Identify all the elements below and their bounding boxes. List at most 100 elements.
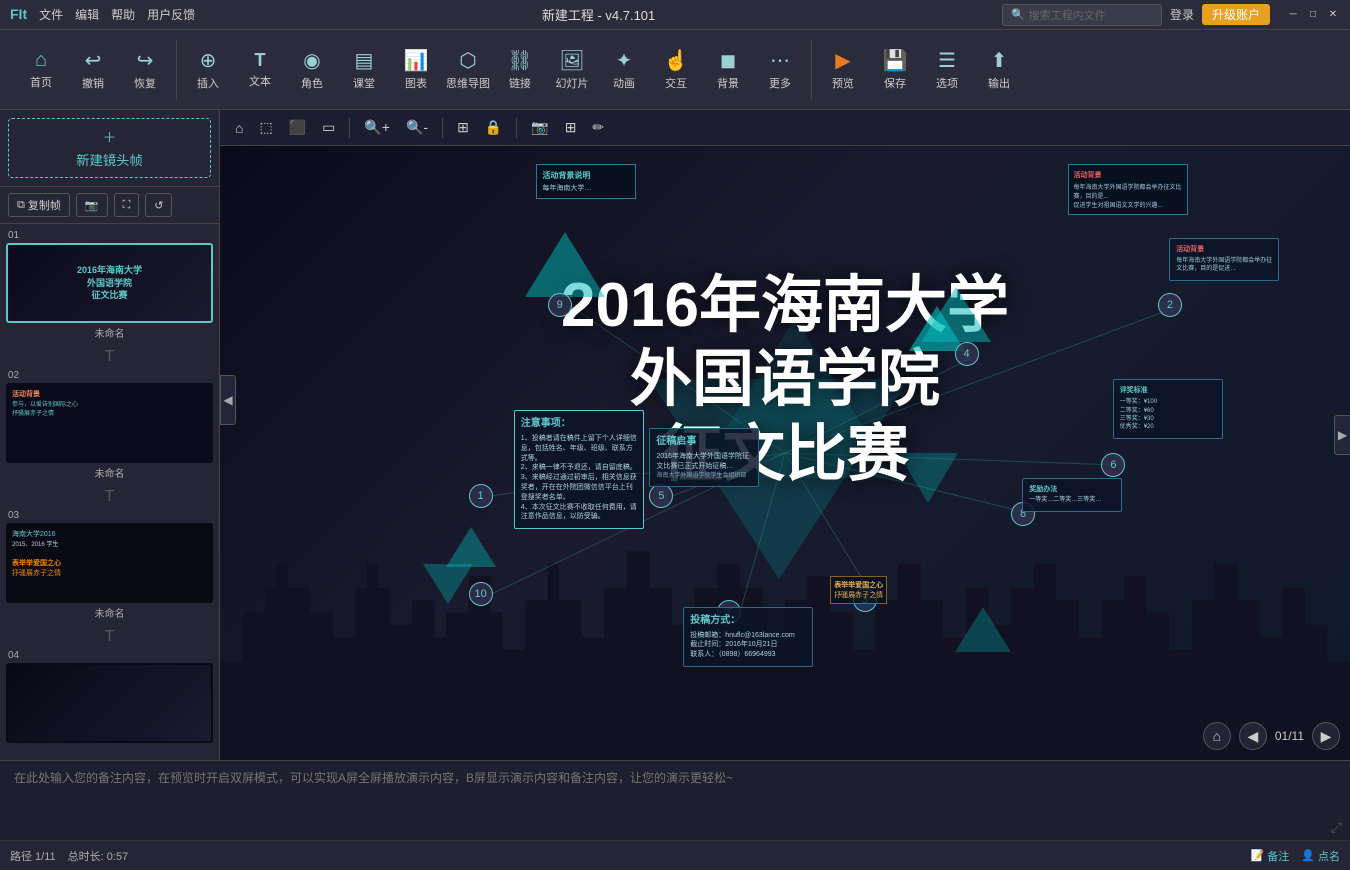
- node-5[interactable]: 5: [649, 484, 673, 508]
- frame-thumb-04[interactable]: [6, 663, 213, 743]
- notes-expand-button[interactable]: ⤢: [1331, 819, 1342, 836]
- canvas-align-button[interactable]: ⊞: [452, 117, 474, 138]
- tool-character[interactable]: ◉ 角色: [287, 42, 337, 98]
- status-bar: 路径 1/11 总时长: 0:57 📝 备注 👤 点名: [0, 840, 1350, 870]
- tool-save[interactable]: 💾 保存: [870, 42, 920, 98]
- canvas-photo-button[interactable]: 📷: [526, 117, 553, 138]
- minimize-button[interactable]: ─: [1286, 8, 1300, 22]
- tool-redo[interactable]: ↪ 恢复: [120, 42, 170, 98]
- close-button[interactable]: ✕: [1326, 8, 1340, 22]
- copy-frame-button[interactable]: ⧉ 复制帧: [8, 193, 70, 217]
- node-10[interactable]: 10: [469, 582, 493, 606]
- refresh-button[interactable]: ↺: [145, 193, 172, 217]
- home-icon: ⌂: [35, 49, 47, 72]
- nav-home-button[interactable]: ⌂: [1203, 722, 1231, 750]
- canvas-edit-button[interactable]: ✏: [587, 117, 609, 138]
- zoom-out-button[interactable]: 🔍-: [401, 117, 433, 138]
- interact-label: 交互: [665, 75, 687, 91]
- screenshot-button[interactable]: 📷: [76, 193, 108, 217]
- tool-more[interactable]: ⋯ 更多: [755, 42, 805, 98]
- menu-help[interactable]: 帮助: [111, 6, 135, 23]
- node-1[interactable]: 1: [469, 484, 493, 508]
- frame-item-01[interactable]: 01 2016年海南大学 外国语学院 征文比赛 未命名: [6, 230, 213, 340]
- nav-page-indicator: 01/11: [1275, 729, 1304, 743]
- sidebar-top: ＋ 新建镜头帧: [0, 110, 219, 187]
- node-6[interactable]: 6: [1101, 453, 1125, 477]
- canvas-home-button[interactable]: ⌂: [230, 118, 248, 138]
- frame-thumb-01[interactable]: 2016年海南大学 外国语学院 征文比赛: [6, 243, 213, 323]
- notes-button[interactable]: 📝 备注: [1251, 848, 1290, 864]
- sidebar-collapse-button[interactable]: ◀: [220, 375, 236, 425]
- menu-feedback[interactable]: 用户反馈: [147, 6, 195, 23]
- tool-options[interactable]: ☰ 选项: [922, 42, 972, 98]
- content-box-3: 表举举爱国之心 抒骚展赤子之情: [830, 576, 887, 604]
- character-label: 角色: [301, 75, 323, 91]
- frame-item-04[interactable]: 04: [6, 650, 213, 743]
- tool-interact[interactable]: ☝ 交互: [651, 42, 701, 98]
- notes-input[interactable]: [14, 769, 1336, 832]
- tool-classroom[interactable]: ▤ 课堂: [339, 42, 389, 98]
- tool-background[interactable]: ◼ 背景: [703, 42, 753, 98]
- tool-mindmap[interactable]: ⬡ 思维导图: [443, 42, 493, 98]
- content-box-2: 活动背景 每年海南大学外国语学院都会举办征文比赛，目的是促进…: [1169, 238, 1279, 281]
- status-right: 📝 备注 👤 点名: [1251, 848, 1340, 864]
- upgrade-button[interactable]: 升级账户: [1202, 4, 1270, 25]
- tool-text[interactable]: T 文本: [235, 42, 285, 98]
- tool-preview[interactable]: ▶ 预览: [818, 42, 868, 98]
- node4-tri-up: [909, 306, 965, 351]
- tool-animation[interactable]: ✦ 动画: [599, 42, 649, 98]
- background-label: 背景: [717, 75, 739, 91]
- menu-edit[interactable]: 编辑: [75, 6, 99, 23]
- undo-icon: ↩: [85, 48, 102, 73]
- status-path: 路径 1/11: [10, 848, 56, 864]
- canvas-tool-2[interactable]: ⬛: [284, 117, 311, 138]
- canvas-area[interactable]: ⌂ ⬚ ⬛ ▭ 🔍+ 🔍- ⊞ 🔒 📷 ⊞ ✏: [220, 110, 1350, 760]
- node-2[interactable]: 2: [1158, 293, 1182, 317]
- canvas-grid-button[interactable]: ⊞: [560, 117, 582, 138]
- login-button[interactable]: 登录: [1170, 6, 1194, 23]
- content-box-6: 评奖标准 一等奖：¥100二等奖：¥60三等奖：¥30优秀奖：¥20: [1113, 379, 1223, 438]
- new-frame-label: 新建镜头帧: [76, 150, 143, 169]
- new-frame-button[interactable]: ＋ 新建镜头帧: [8, 118, 211, 178]
- notes-btn-label: 备注: [1267, 848, 1289, 864]
- canvas-lock-button[interactable]: 🔒: [480, 117, 507, 138]
- refresh-icon: ↺: [154, 199, 163, 212]
- nav-prev-button[interactable]: ◀: [1239, 722, 1267, 750]
- mindmap-icon: ⬡: [459, 48, 476, 73]
- tool-insert[interactable]: ⊕ 插入: [183, 42, 233, 98]
- canvas-tool-1[interactable]: ⬚: [254, 117, 277, 138]
- tool-slideshow[interactable]: 🖼 幻灯片: [547, 42, 597, 98]
- notes-icon: 📝: [1251, 849, 1265, 862]
- zoom-in-button[interactable]: 🔍+: [359, 117, 395, 138]
- tool-export[interactable]: ⬆ 输出: [974, 42, 1024, 98]
- node-4[interactable]: 4: [955, 342, 979, 366]
- points-button[interactable]: 👤 点名: [1301, 848, 1340, 864]
- right-panel-toggle[interactable]: ▶: [1334, 415, 1350, 455]
- frame-num-03: 03: [6, 510, 213, 521]
- canvas-separator-1: [349, 118, 350, 138]
- insert-label: 插入: [197, 75, 219, 91]
- tool-chart[interactable]: 📊 图表: [391, 42, 441, 98]
- frame-divider-03: T: [6, 628, 213, 646]
- tool-home[interactable]: ⌂ 首页: [16, 42, 66, 98]
- frame-preview-01: 2016年海南大学 外国语学院 征文比赛: [8, 245, 211, 321]
- chart-icon: 📊: [404, 48, 429, 73]
- canvas-tool-3[interactable]: ▭: [317, 117, 340, 138]
- nav-next-button[interactable]: ▶: [1312, 722, 1340, 750]
- maximize-button[interactable]: □: [1306, 8, 1320, 22]
- frame-item-03[interactable]: 03 海南大学2016 2015、2016 学生 表举举爱国之心 抒骚展赤子之情…: [6, 510, 213, 620]
- tool-undo[interactable]: ↩ 撤销: [68, 42, 118, 98]
- frame-item-02[interactable]: 02 活动背景 参与，以爱告别国际之心 抒骚展赤子之情 未命名: [6, 370, 213, 480]
- fullscreen-button[interactable]: ⛶: [114, 193, 140, 217]
- main-area: ＋ 新建镜头帧 ⧉ 复制帧 📷 ⛶ ↺ 01: [0, 110, 1350, 760]
- node-9[interactable]: 9: [548, 293, 572, 317]
- search-box[interactable]: 🔍 搜索工程内文件: [1002, 4, 1162, 26]
- content-box-7: 投稿方式： 投稿邮箱：hnuflc@163lance.com 截止时间：2016…: [683, 607, 813, 667]
- menu-file[interactable]: 文件: [39, 6, 63, 23]
- tool-link[interactable]: ⛓ 链接: [495, 42, 545, 98]
- export-label: 输出: [988, 75, 1010, 91]
- frame-thumb-03[interactable]: 海南大学2016 2015、2016 学生 表举举爱国之心 抒骚展赤子之情: [6, 523, 213, 603]
- frame-name-01: 未命名: [6, 325, 213, 340]
- frame-thumb-02[interactable]: 活动背景 参与，以爱告别国际之心 抒骚展赤子之情: [6, 383, 213, 463]
- points-btn-label: 点名: [1318, 848, 1340, 864]
